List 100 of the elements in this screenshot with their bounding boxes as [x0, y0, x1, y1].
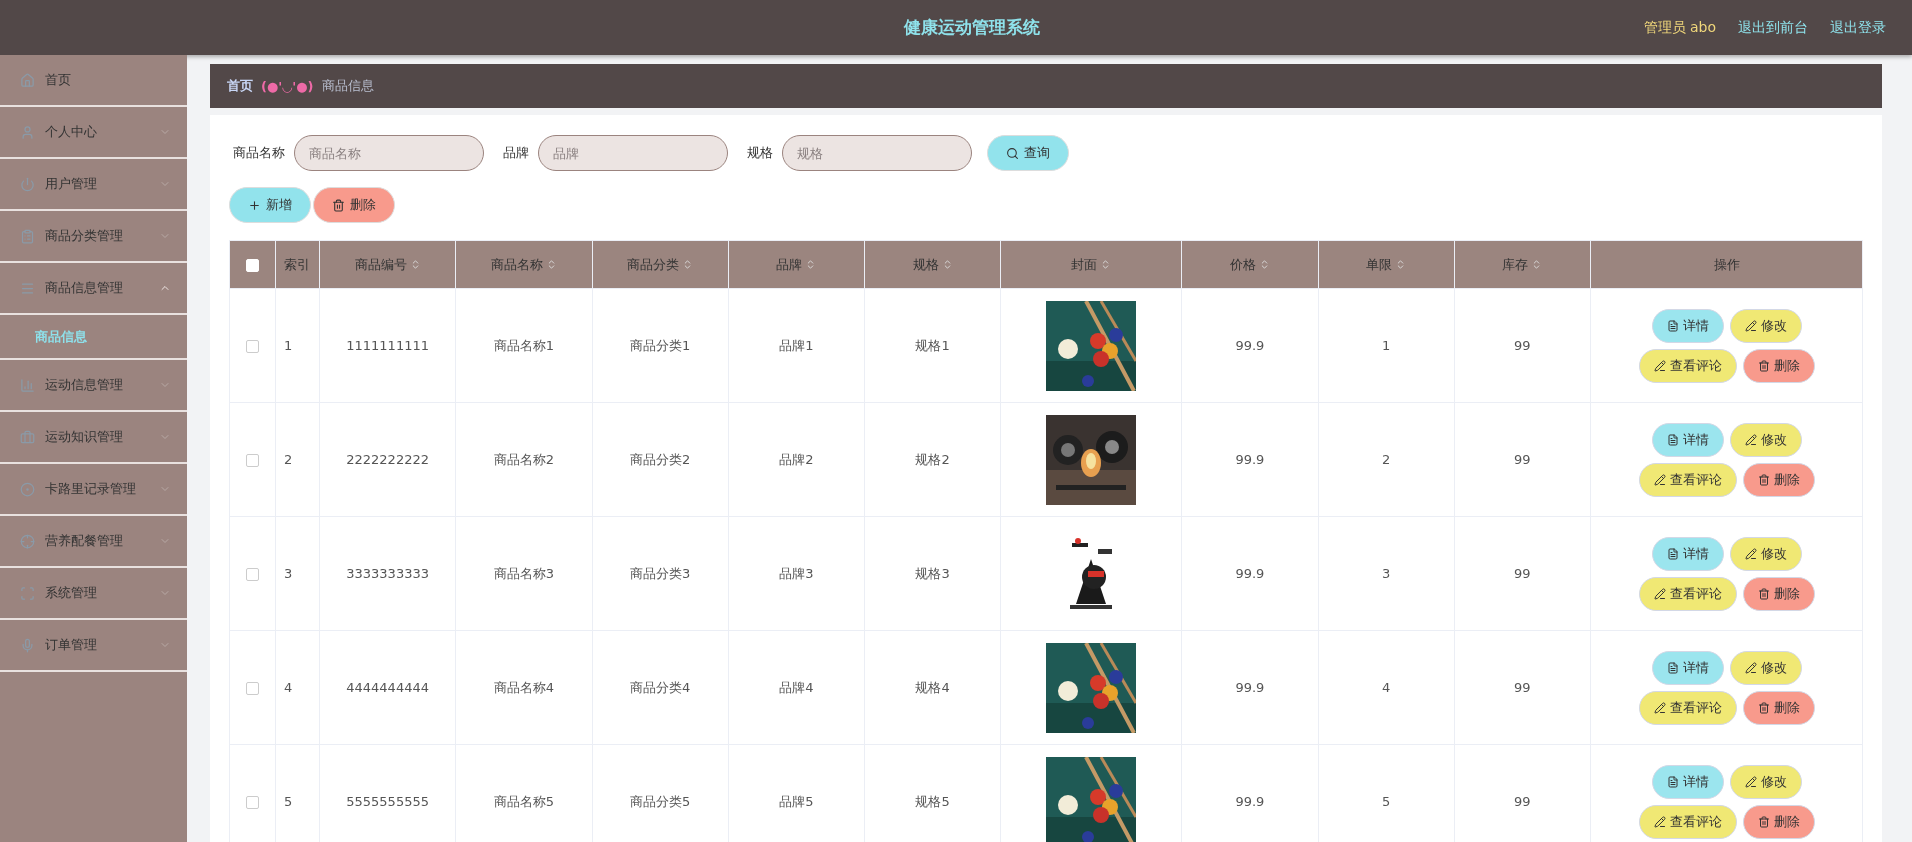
trash-icon	[1757, 587, 1770, 600]
row-checkbox[interactable]	[246, 796, 259, 809]
sidebar-item[interactable]: 用户管理	[0, 159, 187, 211]
delete-button[interactable]: 删除	[1742, 348, 1815, 383]
table-cell: 商品名称5	[493, 793, 554, 809]
trash-icon	[1757, 473, 1770, 486]
detail-button[interactable]: 详情	[1651, 422, 1724, 457]
breadcrumb-separator: (●'◡'●)	[261, 78, 314, 94]
power-icon	[20, 176, 35, 192]
detail-button[interactable]: 详情	[1651, 308, 1724, 343]
table-cell: 5	[1382, 794, 1391, 809]
document-icon	[1666, 775, 1679, 788]
table-cell: 99.9	[1235, 566, 1265, 581]
select-all-checkbox[interactable]	[246, 259, 259, 272]
column-header[interactable]: 价格	[1229, 255, 1270, 274]
document-icon	[1666, 433, 1679, 446]
column-header[interactable]: 商品名称	[490, 255, 557, 274]
sidebar-item[interactable]: 运动信息管理	[0, 360, 187, 412]
edit-button[interactable]: 修改	[1729, 308, 1802, 343]
table-cell: 4	[284, 680, 293, 695]
field-label: 商品名称	[233, 144, 285, 162]
sidebar-item[interactable]: 卡路里记录管理	[0, 464, 187, 516]
sidebar-label: 营养配餐管理	[45, 532, 124, 550]
table-cell: 99	[1514, 680, 1531, 695]
comment-button[interactable]: 查看评论	[1638, 576, 1737, 611]
row-checkbox[interactable]	[246, 682, 259, 695]
delete-button[interactable]: 删除	[1742, 804, 1815, 839]
sidebar-item[interactable]: 首页	[0, 55, 187, 107]
header-link[interactable]: 退出登录	[1830, 18, 1886, 37]
column-header[interactable]: 库存	[1502, 255, 1543, 274]
document-icon	[1666, 547, 1679, 560]
field-label: 规格	[747, 144, 773, 162]
document-icon	[1666, 661, 1679, 674]
sidebar-label: 订单管理	[45, 636, 98, 654]
search-button[interactable]: 查询	[987, 135, 1069, 171]
delete-button[interactable]: 删除	[313, 187, 395, 223]
breadcrumb-home[interactable]: 首页	[227, 77, 253, 95]
pencil-icon	[1744, 775, 1757, 788]
column-header[interactable]: 商品编号	[354, 255, 421, 274]
pencil-icon	[1653, 701, 1666, 714]
column-header[interactable]: 封面	[1071, 255, 1112, 274]
column-header: 索引	[284, 255, 310, 274]
sidebar-item[interactable]: 运动知识管理	[0, 412, 187, 464]
table-cell: 商品名称3	[493, 565, 554, 581]
row-checkbox[interactable]	[246, 568, 259, 581]
home-icon	[20, 72, 35, 88]
add-button[interactable]: 新增	[229, 187, 311, 223]
sidebar-item[interactable]: 商品信息管理	[0, 263, 187, 315]
document-icon	[1666, 319, 1679, 332]
comment-button[interactable]: 查看评论	[1638, 804, 1737, 839]
plus-icon	[248, 198, 261, 212]
table-cell: 99	[1514, 566, 1531, 581]
sidebar-item[interactable]: 系统管理	[0, 568, 187, 620]
row-checkbox[interactable]	[246, 454, 259, 467]
table-cell: 规格1	[915, 337, 950, 353]
header-link[interactable]: 退出到前台	[1738, 18, 1808, 37]
table-cell: 5	[284, 794, 293, 809]
detail-button[interactable]: 详情	[1651, 650, 1724, 685]
target-icon	[20, 481, 35, 497]
search-field[interactable]: 商品名称	[294, 135, 484, 171]
table-cell: 商品分类1	[630, 337, 691, 353]
search-field[interactable]: 规格	[782, 135, 972, 171]
edit-button[interactable]: 修改	[1729, 536, 1802, 571]
column-header[interactable]: 单限	[1366, 255, 1407, 274]
delete-button[interactable]: 删除	[1742, 462, 1815, 497]
column-header[interactable]: 规格	[912, 255, 953, 274]
detail-button[interactable]: 详情	[1651, 764, 1724, 799]
pencil-icon	[1653, 473, 1666, 486]
column-header[interactable]: 品牌	[776, 255, 817, 274]
sidebar-label: 卡路里记录管理	[45, 480, 137, 498]
column-header[interactable]: 商品分类	[627, 255, 694, 274]
row-checkbox[interactable]	[246, 340, 259, 353]
delete-button[interactable]: 删除	[1742, 690, 1815, 725]
table-cell: 3333333333	[346, 566, 429, 581]
table-cell: 99.9	[1235, 680, 1265, 695]
edit-button[interactable]: 修改	[1729, 650, 1802, 685]
comment-button[interactable]: 查看评论	[1638, 462, 1737, 497]
sidebar-item[interactable]: 订单管理	[0, 620, 187, 672]
sidebar-item[interactable]: 商品分类管理	[0, 211, 187, 263]
search-field[interactable]: 品牌	[538, 135, 728, 171]
table-cell: 99	[1514, 338, 1531, 353]
table-cell: 1111111111	[346, 338, 429, 353]
search-icon	[1006, 146, 1019, 160]
edit-button[interactable]: 修改	[1729, 422, 1802, 457]
detail-button[interactable]: 详情	[1651, 536, 1724, 571]
sidebar-item[interactable]: 营养配餐管理	[0, 516, 187, 568]
comment-button[interactable]: 查看评论	[1638, 348, 1737, 383]
sidebar-item[interactable]: 个人中心	[0, 107, 187, 159]
table-cell: 品牌5	[779, 793, 814, 809]
pencil-icon	[1744, 547, 1757, 560]
edit-button[interactable]: 修改	[1729, 764, 1802, 799]
delete-button[interactable]: 删除	[1742, 576, 1815, 611]
comment-button[interactable]: 查看评论	[1638, 690, 1737, 725]
pencil-icon	[1653, 359, 1666, 372]
table-cell: 品牌1	[779, 337, 814, 353]
table-cell: 99	[1514, 452, 1531, 467]
pencil-icon	[1744, 661, 1757, 674]
microphone-icon	[20, 637, 35, 653]
list-icon	[20, 280, 35, 296]
pencil-icon	[1653, 815, 1666, 828]
